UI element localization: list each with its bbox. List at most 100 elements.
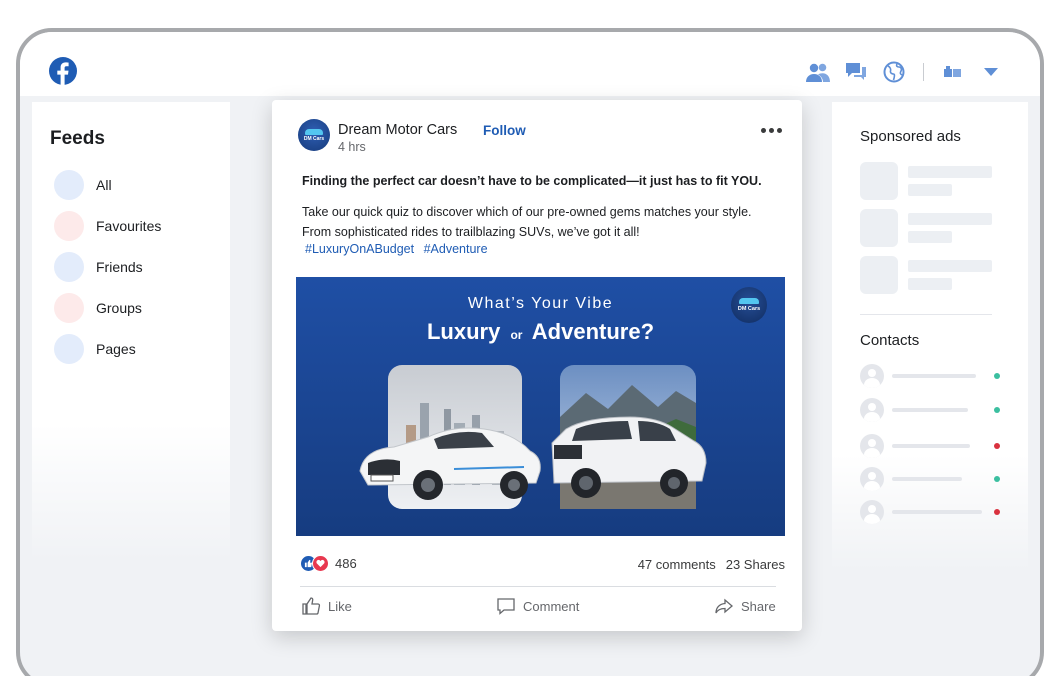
feed-item-pages[interactable]: Pages bbox=[54, 328, 161, 369]
thumbs-up-icon bbox=[302, 597, 321, 615]
page-avatar[interactable]: DM Cars bbox=[298, 119, 330, 151]
feeds-title: Feeds bbox=[50, 128, 105, 149]
page-name[interactable]: Dream Motor Cars bbox=[338, 122, 457, 138]
ad-text-line bbox=[908, 213, 992, 225]
sponsored-ad-placeholder[interactable] bbox=[860, 162, 992, 200]
sponsored-ads-title: Sponsored ads bbox=[860, 128, 961, 145]
ad-thumbnail bbox=[860, 256, 898, 294]
post-image[interactable]: What’s Your Vibe Luxury or Adventure? DM… bbox=[296, 277, 785, 536]
ad-text-line bbox=[908, 166, 992, 178]
feeds-list: All Favourites Friends Groups Pages bbox=[54, 164, 161, 369]
feed-groups-icon bbox=[54, 292, 84, 323]
facebook-logo-icon[interactable] bbox=[48, 56, 78, 86]
feed-item-label: Friends bbox=[96, 258, 143, 275]
image-word-luxury: Luxury bbox=[426, 319, 501, 344]
globe-icon[interactable] bbox=[881, 60, 907, 84]
share-button[interactable]: Share bbox=[714, 596, 776, 616]
contact-avatar-icon bbox=[860, 398, 884, 422]
ad-text-line bbox=[908, 231, 952, 243]
dropdown-icon[interactable] bbox=[978, 60, 1004, 84]
contact-item[interactable] bbox=[860, 434, 1000, 458]
contact-name-placeholder bbox=[892, 477, 962, 481]
contact-item[interactable] bbox=[860, 364, 1000, 388]
ad-text-line bbox=[908, 260, 992, 272]
contact-avatar-icon bbox=[860, 500, 884, 524]
actions-divider bbox=[300, 586, 776, 587]
feed-item-label: Pages bbox=[96, 340, 136, 357]
feed-item-label: Groups bbox=[96, 299, 142, 316]
shares-count-link[interactable]: 23 Shares bbox=[726, 557, 785, 572]
feed-all-icon bbox=[54, 169, 84, 200]
friends-icon[interactable] bbox=[805, 60, 831, 84]
post-headline: Finding the perfect car doesn’t have to … bbox=[302, 174, 762, 188]
luxury-sedan-photo bbox=[359, 365, 541, 509]
toolbar-divider bbox=[923, 63, 924, 81]
feed-friends-icon bbox=[54, 251, 84, 282]
car-logo-icon bbox=[305, 128, 323, 135]
online-status-dot bbox=[994, 476, 1000, 482]
post-body: Take our quick quiz to discover which of… bbox=[302, 205, 752, 239]
menu-icon[interactable] bbox=[940, 60, 966, 84]
contact-item[interactable] bbox=[860, 467, 1000, 491]
feed-item-groups[interactable]: Groups bbox=[54, 287, 161, 328]
contact-avatar-icon bbox=[860, 364, 884, 388]
feed-pages-icon bbox=[54, 333, 84, 364]
feed-favourites-icon bbox=[54, 210, 84, 241]
like-button[interactable]: Like bbox=[301, 596, 352, 616]
image-tagline: What’s Your Vibe bbox=[467, 295, 614, 312]
offline-status-dot bbox=[994, 443, 1000, 449]
comment-bubble-icon bbox=[497, 598, 515, 615]
adventure-suv-photo bbox=[551, 365, 707, 509]
contact-item[interactable] bbox=[860, 500, 1000, 524]
sidebar-divider bbox=[860, 314, 992, 315]
image-word-or: or bbox=[510, 328, 523, 342]
offline-status-dot bbox=[994, 509, 1000, 515]
comment-button[interactable]: Comment bbox=[496, 596, 579, 616]
hashtag-link[interactable]: #Adventure bbox=[424, 242, 488, 256]
online-status-dot bbox=[994, 407, 1000, 413]
feed-item-label: Favourites bbox=[96, 217, 162, 234]
image-headline: Luxury or Adventure? bbox=[296, 319, 785, 345]
contact-avatar-icon bbox=[860, 434, 884, 458]
contacts-title: Contacts bbox=[860, 332, 920, 349]
top-navigation-bar bbox=[20, 32, 1040, 96]
right-sidebar: Sponsored ads Contacts bbox=[832, 102, 1028, 572]
contact-item[interactable] bbox=[860, 398, 1000, 422]
comments-count-link[interactable]: 47 comments bbox=[638, 557, 716, 572]
sponsored-ad-placeholder[interactable] bbox=[860, 209, 992, 247]
contact-name-placeholder bbox=[892, 444, 970, 448]
messages-icon[interactable] bbox=[843, 60, 869, 84]
feed-item-favourites[interactable]: Favourites bbox=[54, 205, 161, 246]
feed-item-all[interactable]: All bbox=[54, 164, 161, 205]
ad-text-line bbox=[908, 184, 952, 196]
image-brand-logo: DM Cars bbox=[731, 287, 767, 323]
online-status-dot bbox=[994, 373, 1000, 379]
more-options-icon[interactable] bbox=[761, 128, 782, 133]
avatar-logo-text: DM Cars bbox=[303, 135, 325, 142]
share-arrow-icon bbox=[715, 598, 733, 614]
like-label: Like bbox=[328, 598, 352, 614]
sponsored-ad-placeholder[interactable] bbox=[860, 256, 992, 294]
reactions-summary[interactable]: 486 bbox=[300, 555, 357, 572]
post-hashtags: #LuxuryOnABudget #Adventure bbox=[305, 242, 494, 256]
feed-item-friends[interactable]: Friends bbox=[54, 246, 161, 287]
image-logo-text: DM Cars bbox=[737, 306, 761, 312]
love-reaction-icon bbox=[312, 555, 329, 572]
feed-item-label: All bbox=[96, 176, 112, 193]
contact-name-placeholder bbox=[892, 374, 976, 378]
reaction-count: 486 bbox=[335, 556, 357, 571]
image-word-adventure: Adventure? bbox=[531, 319, 655, 344]
share-label: Share bbox=[741, 598, 776, 614]
contact-avatar-icon bbox=[860, 467, 884, 491]
ad-thumbnail bbox=[860, 209, 898, 247]
feeds-panel: Feeds All Favourites Friends Groups Page… bbox=[32, 102, 230, 562]
follow-button[interactable]: Follow bbox=[483, 123, 526, 138]
engagement-counts: 47 comments 23 Shares bbox=[638, 557, 785, 572]
ad-thumbnail bbox=[860, 162, 898, 200]
comment-label: Comment bbox=[523, 598, 580, 614]
hashtag-link[interactable]: #LuxuryOnABudget bbox=[305, 242, 414, 256]
contact-name-placeholder bbox=[892, 408, 968, 412]
contact-name-placeholder bbox=[892, 510, 982, 514]
post-timestamp: 4 hrs bbox=[338, 140, 366, 154]
post-card: DM Cars Dream Motor Cars Follow 4 hrs Fi… bbox=[272, 100, 802, 631]
